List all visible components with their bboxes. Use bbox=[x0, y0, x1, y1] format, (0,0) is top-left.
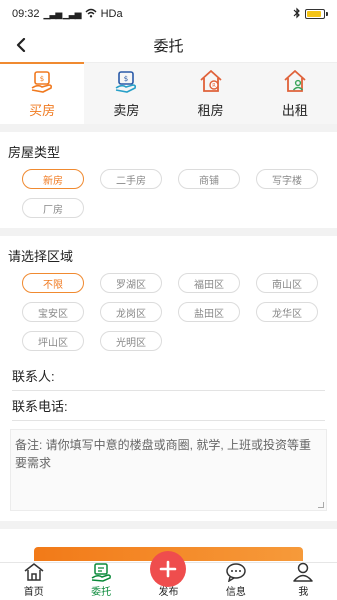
network-label: HDa bbox=[100, 8, 123, 20]
house-type-option[interactable]: 新房 bbox=[22, 169, 84, 189]
signal-icon: ▁▃▅ ▁▃▅ bbox=[43, 8, 82, 19]
publish-button[interactable] bbox=[150, 551, 186, 587]
tab-buy-label: 买房 bbox=[29, 103, 56, 118]
svg-text:R: R bbox=[212, 83, 216, 89]
nav-entrust-label: 委托 bbox=[91, 587, 112, 598]
entrust-tabs: $ 买房 $ 卖房 R 租房 出租 bbox=[0, 62, 337, 124]
back-arrow-icon bbox=[16, 38, 26, 52]
status-bar: 09:32 ▁▃▅ ▁▃▅ HDa bbox=[0, 0, 337, 28]
plus-icon bbox=[159, 560, 177, 578]
region-option[interactable]: 龙岗区 bbox=[100, 302, 162, 322]
user-icon bbox=[292, 562, 314, 582]
nav-message-label: 信息 bbox=[225, 587, 246, 598]
svg-text:$: $ bbox=[124, 75, 128, 83]
divider bbox=[0, 228, 337, 236]
rent-house-icon: R bbox=[198, 68, 224, 94]
nav-entrust[interactable]: 委托 bbox=[67, 563, 134, 600]
region-option[interactable]: 福田区 bbox=[178, 273, 240, 293]
divider bbox=[0, 124, 337, 132]
svg-text:$: $ bbox=[40, 75, 44, 83]
house-type-options: 新房 二手房 商铺 写字楼 厂房 bbox=[8, 169, 329, 218]
contact-field[interactable]: 联系人: bbox=[12, 361, 325, 391]
tab-rent-label: 租房 bbox=[197, 103, 224, 118]
house-type-option[interactable]: 厂房 bbox=[22, 198, 84, 218]
contact-label: 联系人: bbox=[12, 369, 55, 384]
message-icon bbox=[225, 562, 247, 582]
tab-buy[interactable]: $ 买房 bbox=[0, 62, 85, 124]
back-button[interactable] bbox=[8, 32, 34, 58]
home-icon bbox=[23, 562, 45, 582]
entrust-icon bbox=[90, 562, 112, 582]
wifi-icon bbox=[85, 8, 97, 21]
phone-label: 联系电话: bbox=[12, 399, 68, 414]
lease-out-icon bbox=[282, 68, 308, 94]
notes-textarea[interactable]: 备注: 请你填写中意的楼盘或商圈, 就学, 上班或投资等重要需求 bbox=[10, 429, 327, 511]
house-type-option[interactable]: 商铺 bbox=[178, 169, 240, 189]
nav-home-label: 首页 bbox=[23, 587, 44, 598]
nav-me[interactable]: 我 bbox=[270, 562, 337, 600]
battery-fill bbox=[307, 11, 321, 17]
buy-house-icon: $ bbox=[29, 68, 55, 94]
page-title: 委托 bbox=[153, 37, 184, 55]
sell-house-icon: $ bbox=[113, 68, 139, 94]
phone-field[interactable]: 联系电话: bbox=[12, 391, 325, 421]
status-time: 09:32 bbox=[12, 8, 40, 20]
region-option[interactable]: 宝安区 bbox=[22, 302, 84, 322]
region-options: 不限 罗湖区 福田区 南山区 宝安区 龙岗区 盐田区 龙华区 坪山区 光明区 bbox=[8, 273, 329, 351]
notes-placeholder: 备注: 请你填写中意的楼盘或商圈, 就学, 上班或投资等重要需求 bbox=[15, 438, 312, 470]
status-right bbox=[293, 7, 328, 22]
bluetooth-icon bbox=[293, 7, 301, 22]
tab-sell-label: 卖房 bbox=[113, 103, 140, 118]
bottom-nav: 首页 委托 发布 信息 我 bbox=[0, 551, 337, 600]
region-option[interactable]: 盐田区 bbox=[178, 302, 240, 322]
nav-home[interactable]: 首页 bbox=[0, 563, 67, 600]
divider bbox=[0, 521, 337, 529]
region-option[interactable]: 不限 bbox=[22, 273, 84, 293]
tab-rent[interactable]: R 租房 bbox=[169, 63, 253, 124]
status-left: 09:32 ▁▃▅ ▁▃▅ HDa bbox=[12, 8, 123, 21]
house-type-title: 房屋类型 bbox=[8, 145, 61, 160]
region-option[interactable]: 龙华区 bbox=[256, 302, 318, 322]
region-title: 请选择区域 bbox=[8, 249, 74, 264]
region-option[interactable]: 光明区 bbox=[100, 331, 162, 351]
tab-lease-out[interactable]: 出租 bbox=[253, 63, 337, 124]
page-header: 委托 bbox=[0, 28, 337, 62]
region-section: 请选择区域 不限 罗湖区 福田区 南山区 宝安区 龙岗区 盐田区 龙华区 坪山区… bbox=[0, 236, 337, 355]
house-type-option[interactable]: 写字楼 bbox=[256, 169, 318, 189]
nav-me-label: 我 bbox=[298, 587, 309, 598]
tab-sell[interactable]: $ 卖房 bbox=[84, 63, 168, 124]
region-option[interactable]: 坪山区 bbox=[22, 331, 84, 351]
region-option[interactable]: 罗湖区 bbox=[100, 273, 162, 293]
battery-icon bbox=[305, 9, 328, 19]
nav-message[interactable]: 信息 bbox=[202, 563, 269, 600]
region-option[interactable]: 南山区 bbox=[256, 273, 318, 293]
tab-lease-out-label: 出租 bbox=[281, 103, 308, 118]
resize-handle-icon[interactable] bbox=[318, 502, 324, 508]
house-type-option[interactable]: 二手房 bbox=[100, 169, 162, 189]
house-type-section: 房屋类型 新房 二手房 商铺 写字楼 厂房 bbox=[0, 132, 337, 222]
